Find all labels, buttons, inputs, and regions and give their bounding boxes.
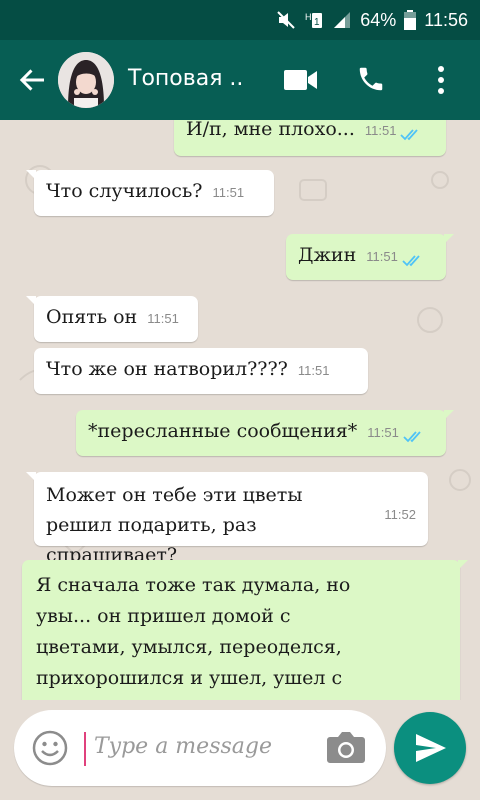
video-call-icon[interactable] <box>284 68 318 92</box>
send-icon <box>416 734 446 762</box>
hplus-signal-icon: H1 <box>304 10 324 30</box>
message-text: Что же он натворил???? <box>46 358 288 380</box>
status-bar-right: H1 64% 11:56 <box>276 8 468 32</box>
message-text: Опять он <box>46 306 138 328</box>
send-button[interactable] <box>394 712 466 784</box>
read-ticks-icon <box>400 124 422 141</box>
message-placeholder: Type a message <box>94 734 272 759</box>
message-text: *пересланные сообщения* <box>88 420 358 442</box>
more-vert-icon[interactable] <box>434 64 448 96</box>
message-input[interactable]: Type a message <box>14 710 386 786</box>
svg-text:1: 1 <box>314 17 320 28</box>
camera-icon[interactable] <box>326 728 366 766</box>
message-bubble-incoming[interactable]: Что случилось? 11:51 <box>26 170 274 216</box>
message-text: Я сначала тоже так думала, но увы... он … <box>36 574 351 700</box>
compose-bar: Type a message <box>0 700 480 800</box>
message-bubble-outgoing[interactable]: *пересланные сообщения* 11:51 <box>76 410 454 456</box>
battery-icon <box>404 10 417 30</box>
emoji-icon[interactable] <box>32 730 68 766</box>
message-time: 11:51 <box>364 123 397 138</box>
message-text: Джин <box>298 244 357 266</box>
message-time: 11:51 <box>297 363 330 378</box>
message-bubble-outgoing[interactable]: И/п, мне плохо... 11:51 <box>174 120 446 156</box>
avatar[interactable] <box>58 52 114 108</box>
read-ticks-icon <box>402 250 424 267</box>
message-time: 11:51 <box>367 425 399 440</box>
cell-signal-icon <box>332 10 352 30</box>
text-cursor <box>84 732 86 766</box>
message-time: 11:51 <box>366 249 398 264</box>
chat-header: Топовая .. <box>0 40 480 120</box>
message-bubble-incoming[interactable]: Может он тебе эти цветы решил подарить, … <box>26 472 428 566</box>
message-time: 11:51 <box>147 311 179 326</box>
status-bar: H1 64% 11:56 <box>0 0 480 40</box>
clock: 11:56 <box>424 9 468 30</box>
read-ticks-icon <box>403 426 425 443</box>
phone-icon[interactable] <box>356 64 386 94</box>
back-arrow-icon[interactable] <box>18 66 46 94</box>
message-bubble-outgoing[interactable]: Джин 11:51 <box>286 234 454 280</box>
message-text: Что случилось? <box>46 180 203 202</box>
message-bubble-incoming[interactable]: Что же он натворил???? 11:51 <box>34 348 368 394</box>
message-time: 11:51 <box>212 185 245 200</box>
contact-name[interactable]: Топовая .. <box>128 66 243 91</box>
message-bubble-outgoing[interactable]: Я сначала тоже так думала, но увы... он … <box>22 560 468 700</box>
chat-area[interactable]: И/п, мне плохо... 11:51 Что случилось? 11:… <box>0 120 480 700</box>
message-bubble-incoming[interactable]: Опять он 11:51 <box>26 296 198 342</box>
message-text: И/п, мне плохо... <box>186 120 355 140</box>
battery-percent: 64% <box>360 9 397 30</box>
svg-text:H: H <box>305 12 312 22</box>
message-time: 11:52 <box>384 507 416 522</box>
mute-icon <box>276 10 296 30</box>
